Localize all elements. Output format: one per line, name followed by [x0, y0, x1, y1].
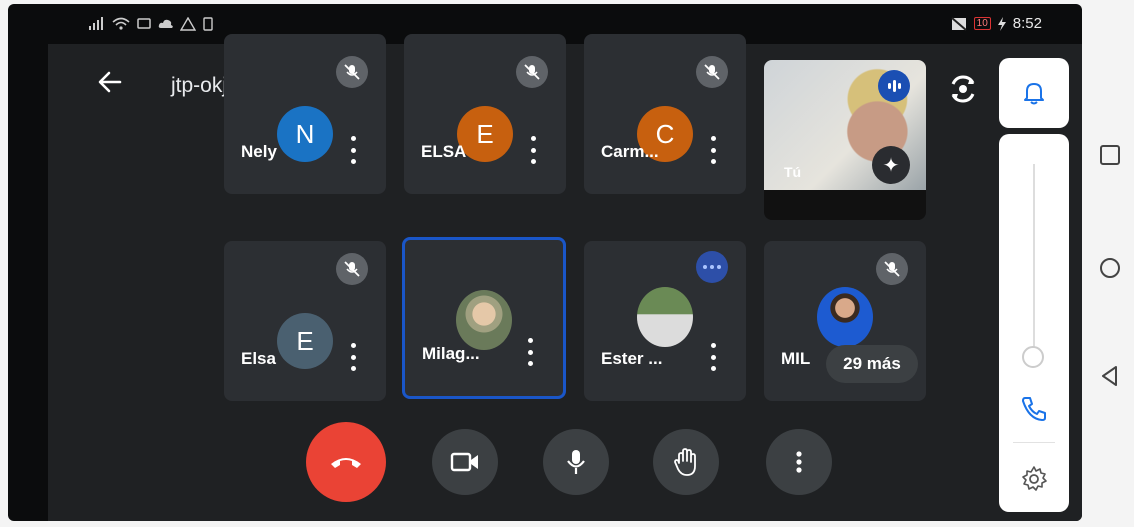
status-icons-left	[88, 17, 214, 31]
arrow-left-icon[interactable]	[96, 68, 124, 96]
participant-tile[interactable]: N Nely	[224, 34, 386, 194]
end-call-button[interactable]	[306, 422, 386, 502]
switch-camera-icon[interactable]	[946, 72, 980, 106]
avatar	[817, 287, 873, 347]
avatar: E	[277, 313, 333, 369]
participant-name: Ester ...	[601, 349, 663, 368]
participant-name: Elsa	[241, 349, 276, 368]
participant-tile[interactable]: E Elsa	[224, 241, 386, 401]
mic-off-icon	[336, 253, 368, 285]
volume-panel	[999, 58, 1071, 518]
signal-icon	[89, 17, 103, 30]
mic-off-icon	[516, 56, 548, 88]
wifi-icon	[112, 17, 130, 30]
more-vertical-icon[interactable]	[528, 136, 538, 164]
more-vertical-icon[interactable]	[708, 343, 718, 371]
speaking-indicator-icon	[878, 70, 910, 102]
charging-icon	[997, 16, 1006, 31]
microphone-icon	[567, 450, 585, 474]
bell-icon	[1024, 83, 1044, 105]
gear-icon[interactable]	[1019, 464, 1049, 494]
participant-tile-selected[interactable]: Milag...	[402, 237, 566, 399]
phone-icon[interactable]	[1019, 394, 1049, 424]
volume-track	[1033, 164, 1035, 364]
raise-hand-icon	[674, 448, 696, 476]
sim-icon	[203, 17, 213, 31]
more-options-button[interactable]	[766, 429, 832, 495]
self-name: Tú	[784, 164, 802, 180]
cloud-icon	[158, 19, 173, 28]
divider	[1013, 442, 1055, 443]
avatar	[456, 290, 512, 350]
participant-name: Carm...	[601, 142, 659, 161]
mic-off-icon	[876, 253, 908, 285]
call-controls	[48, 422, 1082, 509]
more-vertical-icon	[796, 451, 802, 473]
cast-icon	[137, 18, 151, 29]
more-vertical-icon[interactable]	[348, 343, 358, 371]
more-vertical-icon[interactable]	[708, 136, 718, 164]
participant-tile[interactable]: MIL 29 más	[764, 241, 926, 401]
microphone-button[interactable]	[543, 429, 609, 495]
recents-icon[interactable]	[1098, 143, 1122, 167]
home-icon[interactable]	[1098, 256, 1122, 280]
participant-name: ELSA	[421, 142, 467, 161]
system-navigation-bar	[1082, 0, 1134, 527]
volume-slider[interactable]	[999, 134, 1069, 512]
participant-tile[interactable]: C Carm...	[584, 34, 746, 194]
camera-button[interactable]	[432, 429, 498, 495]
mic-off-icon	[336, 56, 368, 88]
phone-screen: 10 8:52 jtp-okju-kpg ▶ N Nely E ELSA	[8, 4, 1082, 521]
participant-name: Nely	[241, 142, 277, 161]
volume-knob[interactable]	[1022, 346, 1044, 368]
status-time: 8:52	[1012, 15, 1042, 32]
video-camera-icon	[450, 452, 478, 472]
participant-tile[interactable]: E ELSA	[404, 34, 566, 194]
mic-off-icon	[696, 56, 728, 88]
ringer-mode-button[interactable]	[999, 58, 1069, 128]
self-video-tile[interactable]: Tú ✦	[764, 60, 926, 220]
participant-name: Milag...	[422, 344, 480, 363]
status-icons-right: 10 8:52	[950, 15, 1042, 32]
call-area: jtp-okju-kpg ▶ N Nely E ELSA C Carm...	[48, 34, 1082, 521]
participant-name: MIL	[781, 349, 811, 368]
dnd-icon	[951, 16, 967, 31]
avatar	[637, 287, 693, 347]
avatar: N	[277, 106, 333, 162]
more-vertical-icon[interactable]	[348, 136, 358, 164]
more-vertical-icon[interactable]	[525, 338, 535, 366]
more-participants-button[interactable]: 29 más	[826, 345, 918, 383]
more-horizontal-icon	[696, 251, 728, 283]
effects-sparkle-icon[interactable]: ✦	[872, 146, 910, 184]
end-call-icon	[331, 458, 361, 468]
participant-tile[interactable]: Ester ...	[584, 241, 746, 401]
raise-hand-button[interactable]	[653, 429, 719, 495]
back-icon[interactable]	[1098, 364, 1122, 388]
warning-icon	[180, 17, 196, 31]
battery-badge: 10	[973, 17, 991, 30]
